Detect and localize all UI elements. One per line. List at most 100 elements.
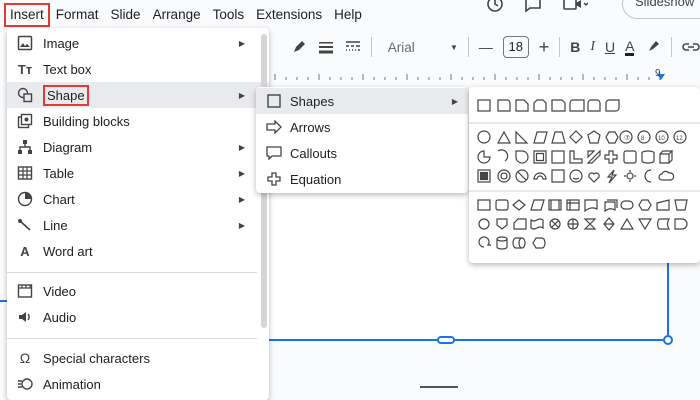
comment-icon[interactable] — [524, 0, 542, 13]
border-dash-icon[interactable] — [344, 38, 361, 56]
menu-slide[interactable]: Slide — [105, 3, 147, 27]
shape-moon — [644, 169, 652, 183]
menu-item-word-art[interactable]: A Word art — [7, 238, 269, 264]
menu-extensions[interactable]: Extensions — [250, 3, 328, 27]
text-color-button[interactable]: A — [625, 39, 635, 56]
shape-display — [532, 237, 546, 249]
shape-direct-access — [512, 237, 526, 249]
menu-item-label: Animation — [43, 376, 101, 392]
border-color-icon[interactable] — [291, 38, 308, 56]
menu-help[interactable]: Help — [328, 3, 368, 27]
shape-parallelogram — [533, 131, 548, 144]
submenu-arrow-icon: ▶ — [238, 38, 245, 48]
menu-item-building-blocks[interactable]: Building blocks — [7, 108, 269, 134]
shape-can — [641, 150, 655, 164]
shape-manual-input — [656, 199, 670, 211]
submenu-item-callouts[interactable]: Callouts — [256, 140, 468, 166]
font-size-input[interactable]: 18 — [502, 36, 529, 58]
menu-separator — [7, 338, 257, 339]
menu-item-label: Table — [43, 165, 75, 181]
menu-item-label: Diagram — [43, 139, 93, 155]
menu-item-chart[interactable]: Chart ▶ — [7, 186, 269, 212]
shape-rectangle — [477, 99, 491, 112]
shape-cross — [604, 150, 618, 164]
menu-item-label: Image — [43, 35, 80, 51]
menu-item-diagram[interactable]: Diagram ▶ — [7, 134, 269, 160]
menu-separator — [7, 272, 257, 273]
shape-preparation — [638, 199, 652, 211]
arrow-icon — [266, 119, 282, 135]
history-icon[interactable] — [486, 0, 504, 13]
shape-round-single — [569, 99, 585, 112]
menu-item-shape[interactable]: Shape ▶ — [7, 82, 269, 108]
menu-format[interactable]: Format — [50, 3, 105, 27]
shape-merge — [637, 218, 653, 231]
shape-pentagon — [587, 130, 601, 144]
slideshow-button[interactable]: Slideshow — [622, 0, 700, 19]
top-right-controls: Slideshow — [486, 0, 700, 19]
shape-extract — [619, 217, 635, 230]
plus-icon — [266, 171, 282, 187]
svg-text:10: 10 — [658, 136, 665, 142]
menu-item-line[interactable]: Line ▶ — [7, 212, 269, 238]
word-art-icon: A — [20, 243, 30, 259]
resize-handle-corner[interactable] — [663, 335, 673, 345]
menu-insert[interactable]: Insert — [4, 3, 50, 27]
decrease-font-size-button[interactable]: — — [479, 39, 493, 55]
menu-item-special-characters[interactable]: Ω Special characters — [7, 345, 269, 371]
highlight-icon[interactable] — [644, 38, 661, 56]
submenu-item-label: Equation — [290, 171, 342, 187]
underline-button[interactable]: U — [605, 39, 615, 55]
shape-sequential-access — [478, 236, 491, 248]
menu-item-table[interactable]: Table ▶ — [7, 160, 269, 186]
shape-heart — [588, 172, 600, 183]
menu-item-audio[interactable]: Audio — [7, 304, 269, 330]
omega-icon: Ω — [19, 350, 31, 366]
filmstrip-divider — [420, 386, 458, 388]
menu-item-video[interactable]: Video — [7, 278, 269, 304]
toolbar-separator — [467, 37, 469, 57]
link-icon[interactable] — [682, 38, 700, 56]
submenu-item-equation[interactable]: Equation — [256, 166, 468, 192]
submenu-item-shapes[interactable]: Shapes ▶ — [256, 88, 468, 114]
menu-item-label: Special characters — [43, 350, 150, 366]
bold-button[interactable]: B — [570, 39, 580, 55]
shape-connector — [478, 218, 490, 230]
shape-oval — [477, 130, 491, 144]
shape-teardrop — [515, 150, 529, 164]
italic-button[interactable]: I — [590, 39, 595, 55]
submenu-arrow-icon: ▶ — [238, 168, 245, 178]
line-icon — [17, 217, 33, 233]
shape-magnetic-disk — [496, 236, 508, 250]
menu-item-animation[interactable]: Animation — [7, 371, 269, 397]
shape-rounded-rectangle — [497, 99, 511, 112]
shape-diagonal-stripe — [586, 149, 601, 164]
font-select-value: Arial — [387, 39, 415, 55]
shape-multidocument — [604, 199, 618, 213]
menu-item-label: Line — [43, 217, 68, 233]
insert-menu: Image ▶ Tт Text box Shape ▶ Building blo… — [7, 28, 269, 400]
increase-font-size-button[interactable]: + — [539, 37, 550, 58]
border-weight-icon[interactable] — [318, 38, 335, 56]
menu-item-image[interactable]: Image ▶ — [7, 30, 269, 56]
submenu-arrow-icon: ▶ — [238, 220, 245, 230]
toolbar: Arial ▼ — 18 + B I U A — [265, 30, 700, 64]
menu-tools[interactable]: Tools — [207, 3, 251, 27]
ruler: 9 — [265, 64, 700, 84]
shape-snip-same-side — [533, 99, 547, 112]
menu-arrange[interactable]: Arrange — [147, 3, 207, 27]
square-icon — [266, 93, 282, 109]
shape-block-arc — [533, 172, 547, 180]
text-box-icon: Tт — [17, 61, 33, 77]
shape-diamond — [569, 130, 583, 144]
shape-icon — [17, 87, 33, 103]
shapes-grid[interactable]: ⑦ 8 10 12 — [469, 87, 700, 263]
resize-handle-bottom[interactable] — [437, 336, 455, 344]
submenu-item-arrows[interactable]: Arrows — [256, 114, 468, 140]
shape-l-shape — [569, 150, 583, 164]
shape-donut — [497, 169, 511, 183]
meet-icon[interactable] — [562, 0, 588, 13]
menu-item-text-box[interactable]: Tт Text box — [7, 56, 269, 82]
font-select[interactable]: Arial ▼ — [388, 40, 458, 55]
caret-down-icon: ▼ — [449, 42, 458, 52]
